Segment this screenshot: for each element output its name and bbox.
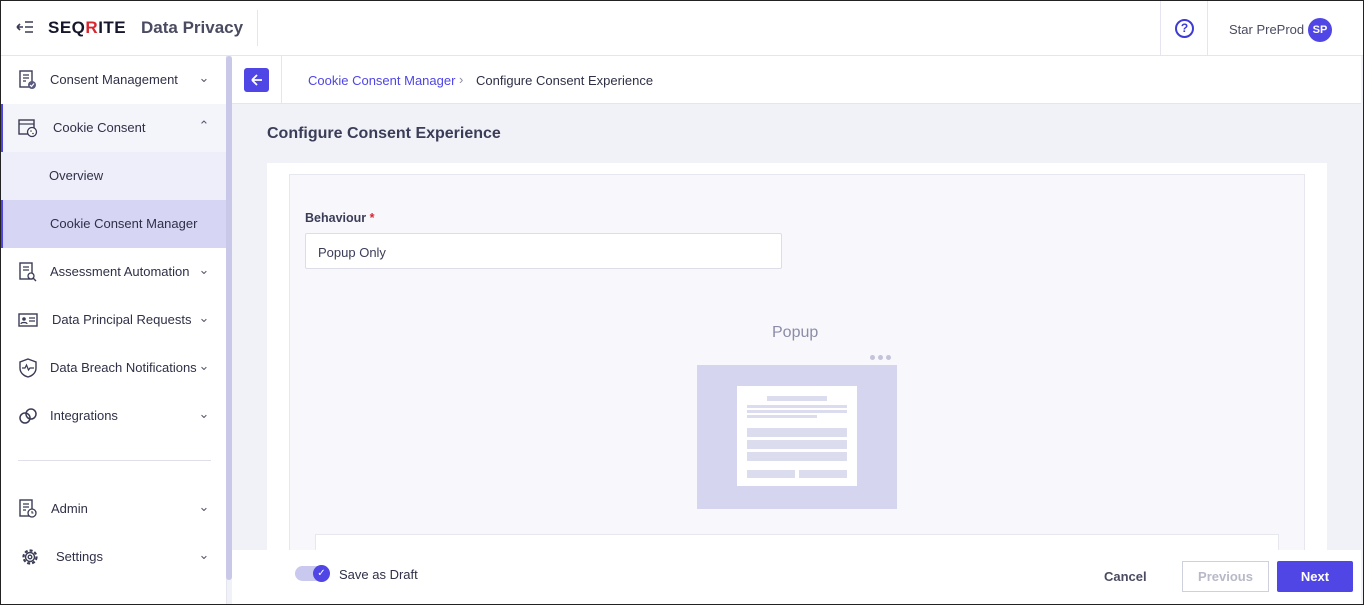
document-search-icon: [18, 262, 38, 282]
behaviour-label-text: Behaviour: [305, 211, 367, 225]
behaviour-select[interactable]: Popup Only: [305, 233, 782, 269]
document-clock-icon: [18, 499, 38, 519]
behaviour-select-value: Popup Only: [318, 245, 386, 260]
preview-button: [747, 470, 795, 478]
top-bar: SEQRITE Data Privacy ? Star PreProd SP: [0, 0, 1364, 56]
chevron-down-icon: ⌄: [198, 310, 210, 325]
preview-line: [747, 415, 817, 418]
next-button[interactable]: Next: [1277, 561, 1353, 592]
chevron-up-icon: ⌃: [198, 118, 210, 133]
preview-dot: [878, 355, 883, 360]
id-card-icon: [18, 310, 38, 330]
sidebar-item-cookie-consent[interactable]: Cookie Consent ⌃: [0, 104, 226, 152]
chevron-down-icon: ⌄: [198, 70, 210, 85]
sidebar-item-label: Cookie Consent Manager: [50, 216, 198, 231]
previous-button[interactable]: Previous: [1182, 561, 1269, 592]
sidebar-item-label: Data Principal Requests: [52, 312, 192, 327]
sidebar-item-label: Data Breach Notifications: [50, 360, 197, 375]
chevron-down-icon: ⌄: [198, 499, 210, 514]
preview-dot: [886, 355, 891, 360]
preview-title: Popup: [772, 324, 819, 341]
sidebar-item-settings[interactable]: Settings ⌄: [0, 533, 226, 581]
preview-line: [747, 405, 847, 408]
preview-dot: [870, 355, 875, 360]
save-as-draft-toggle[interactable]: ✓: [295, 565, 330, 582]
chevron-down-icon: ⌄: [198, 406, 210, 421]
sidebar-item-label: Consent Management: [50, 72, 178, 87]
back-button[interactable]: [244, 68, 269, 92]
sidebar-item-consent-management[interactable]: Consent Management ⌄: [0, 56, 226, 104]
sidebar-item-admin[interactable]: Admin ⌄: [0, 485, 226, 533]
brand-logo[interactable]: SEQRITE: [48, 18, 126, 38]
link-icon: [18, 406, 38, 426]
help-button[interactable]: ?: [1160, 0, 1208, 56]
sidebar-item-assessment-automation[interactable]: Assessment Automation ⌄: [0, 248, 226, 296]
gear-icon: [20, 547, 40, 567]
chevron-down-icon: ⌄: [198, 358, 210, 373]
preview-row: [747, 428, 847, 437]
popup-preview-illustration: [697, 349, 897, 509]
preview-browser-bar: [697, 349, 897, 365]
breadcrumb-link-cookie-consent-manager[interactable]: Cookie Consent Manager: [308, 73, 455, 88]
header-divider: [257, 10, 258, 46]
preview-popup-modal: [737, 386, 857, 486]
brand-suffix: ITE: [98, 18, 127, 37]
sidebar-item-label: Cookie Consent: [53, 120, 146, 135]
breadcrumb: Cookie Consent Manager › Configure Conse…: [232, 56, 1361, 104]
breadcrumb-divider: [281, 56, 282, 104]
sidebar-item-label: Settings: [56, 549, 103, 564]
brand-mark: R: [85, 18, 99, 37]
app-title: Data Privacy: [141, 18, 244, 37]
brand-prefix: SEQ: [48, 18, 86, 37]
sidebar-item-label: Integrations: [50, 408, 118, 423]
sidebar-item-label: Assessment Automation: [50, 264, 190, 279]
document-check-icon: [18, 70, 38, 90]
sidebar-item-integrations[interactable]: Integrations ⌄: [0, 392, 226, 440]
preview-line: [747, 410, 847, 413]
cookie-window-icon: [18, 118, 38, 138]
cancel-button[interactable]: Cancel: [1104, 569, 1147, 584]
sidebar-item-label: Overview: [49, 168, 104, 183]
check-icon: ✓: [313, 565, 330, 582]
collapse-menu-icon[interactable]: [16, 20, 34, 36]
required-mark: *: [369, 211, 375, 225]
preview-row: [747, 452, 847, 461]
sidebar: Consent Management ⌄ Cookie Consent ⌃ Ov…: [0, 56, 227, 605]
avatar[interactable]: SP: [1308, 18, 1332, 42]
sidebar-item-label: Admin: [51, 501, 88, 516]
chevron-right-icon: ›: [459, 72, 464, 87]
footer-bar: ✓ Save as Draft Cancel Previous Next: [232, 550, 1361, 605]
chevron-down-icon: ⌄: [198, 262, 210, 277]
shield-pulse-icon: [18, 358, 38, 378]
chevron-down-icon: ⌄: [198, 547, 210, 562]
breadcrumb-current: Configure Consent Experience: [476, 73, 654, 88]
sidebar-item-data-principal-requests[interactable]: Data Principal Requests ⌄: [0, 296, 226, 344]
save-as-draft-label: Save as Draft: [339, 567, 418, 582]
preview-line: [767, 396, 827, 401]
preview-row: [747, 440, 847, 449]
arrow-left-icon: [250, 74, 262, 86]
page-title: Configure Consent Experience: [267, 125, 501, 142]
behaviour-label: Behaviour *: [305, 211, 375, 225]
sidebar-scrollbar[interactable]: [226, 56, 232, 580]
preview-button: [799, 470, 847, 478]
sidebar-subitem-cookie-consent-manager[interactable]: Cookie Consent Manager: [0, 200, 226, 248]
help-circle-icon: ?: [1175, 19, 1194, 38]
sidebar-divider: [18, 460, 211, 461]
sidebar-item-data-breach-notifications[interactable]: Data Breach Notifications ⌄: [0, 344, 226, 392]
user-name[interactable]: Star PreProd: [1229, 22, 1304, 37]
sidebar-subitem-overview[interactable]: Overview: [0, 152, 226, 200]
